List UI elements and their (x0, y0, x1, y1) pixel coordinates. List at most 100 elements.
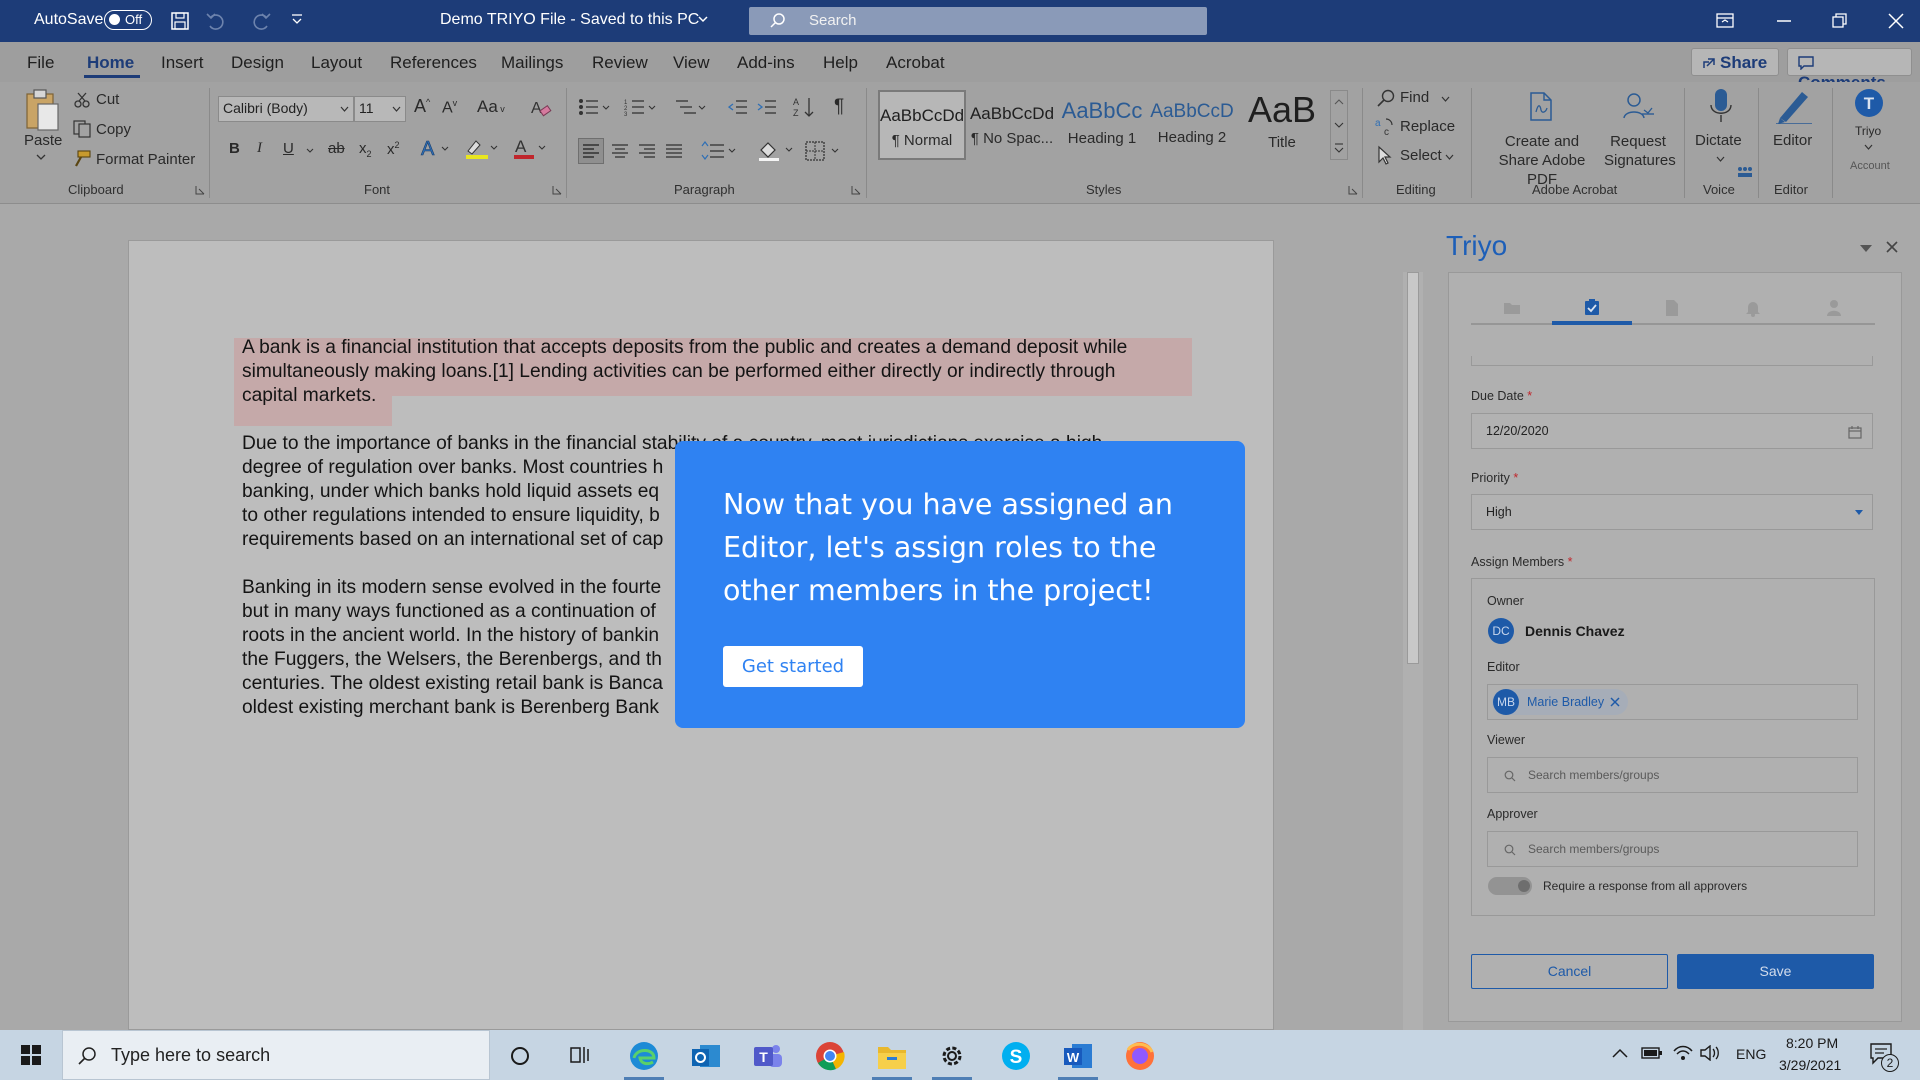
wifi-icon[interactable] (1672, 1044, 1694, 1062)
menu-help[interactable]: Help (823, 53, 858, 73)
copy-label[interactable]: Copy (96, 121, 131, 138)
select-cursor-icon[interactable] (1376, 145, 1394, 165)
taskbar-search-box[interactable]: Type here to search (62, 1030, 490, 1080)
chevron-down-icon[interactable] (1441, 96, 1450, 102)
menu-acrobat[interactable]: Acrobat (886, 53, 945, 73)
task-view-icon[interactable] (570, 1045, 592, 1065)
pane-close-icon[interactable] (1885, 240, 1899, 254)
comments-button[interactable]: Comments (1787, 48, 1912, 92)
menu-references[interactable]: References (390, 53, 477, 73)
approver-search-field[interactable]: Search members/groups (1487, 831, 1858, 867)
font-name-combo[interactable]: Calibri (Body) (218, 96, 354, 122)
voice-settings-icon[interactable] (1737, 166, 1753, 178)
autosave-toggle[interactable]: Off (104, 10, 152, 30)
restore-icon[interactable] (1832, 13, 1848, 29)
create-share-pdf-label[interactable]: Create and Share Adobe PDF (1484, 132, 1600, 189)
request-signatures-label[interactable]: Request Signatures (1604, 132, 1676, 170)
document-paragraph-1[interactable]: A bank is a financial institution that a… (242, 336, 1127, 408)
chevron-up-icon[interactable] (1612, 1048, 1628, 1058)
minimize-icon[interactable] (1777, 20, 1791, 24)
dialog-launcher-icon[interactable] (195, 185, 205, 195)
find-label[interactable]: Find (1400, 89, 1429, 106)
teams-icon[interactable]: T (752, 1040, 784, 1072)
justify-icon[interactable] (662, 139, 686, 163)
subscript-icon[interactable]: x2 (359, 140, 372, 159)
word-icon[interactable]: W (1062, 1040, 1094, 1072)
clock-date[interactable]: 3/29/2021 (1779, 1057, 1841, 1073)
show-formatting-icon[interactable]: ¶ (834, 96, 844, 118)
style-heading-2[interactable]: AaBbCcD Heading 2 (1148, 90, 1236, 160)
file-explorer-icon[interactable] (876, 1041, 908, 1071)
menu-view[interactable]: View (673, 53, 710, 73)
create-pdf-icon[interactable] (1528, 92, 1554, 122)
chevron-down-icon[interactable] (698, 16, 708, 24)
get-started-button[interactable]: Get started (723, 646, 863, 687)
cut-label[interactable]: Cut (96, 91, 119, 108)
chevron-down-icon[interactable] (306, 148, 314, 154)
skype-icon[interactable]: S (1000, 1040, 1032, 1072)
highlight-icon[interactable] (464, 137, 500, 159)
firefox-icon[interactable] (1124, 1040, 1156, 1072)
dialog-launcher-icon[interactable] (552, 185, 562, 195)
clock-time[interactable]: 8:20 PM (1786, 1035, 1838, 1051)
dictate-label[interactable]: Dictate (1695, 132, 1742, 149)
multilevel-list-icon[interactable] (674, 98, 708, 116)
save-icon[interactable] (170, 11, 190, 31)
align-center-icon[interactable] (608, 139, 632, 163)
due-date-field[interactable]: 12/20/2020 (1471, 413, 1873, 449)
pane-options-icon[interactable] (1859, 244, 1873, 253)
increase-indent-icon[interactable] (757, 98, 777, 116)
font-size-combo[interactable]: 11 (354, 96, 406, 122)
strikethrough-icon[interactable]: ab (328, 140, 345, 157)
borders-icon[interactable] (803, 139, 843, 163)
superscript-icon[interactable]: x2 (387, 140, 400, 158)
change-case-icon[interactable]: Aa v (477, 97, 505, 117)
customize-qat-icon[interactable] (290, 12, 304, 28)
menu-file[interactable]: File (27, 53, 54, 73)
decrease-indent-icon[interactable] (728, 98, 748, 116)
replace-label[interactable]: Replace (1400, 118, 1455, 135)
numbering-icon[interactable]: 123 (624, 98, 658, 116)
settings-gear-icon[interactable] (939, 1043, 965, 1069)
share-button[interactable]: Share (1691, 48, 1779, 76)
format-painter-label[interactable]: Format Painter (96, 151, 195, 168)
menu-mailings[interactable]: Mailings (501, 53, 563, 73)
replace-icon[interactable]: ac (1375, 116, 1395, 136)
shrink-font-icon[interactable]: Av (442, 98, 457, 117)
microphone-icon[interactable] (1708, 88, 1734, 124)
document-paragraph-3[interactable]: Banking in its modern sense evolved in t… (242, 576, 663, 720)
style-no-spacing[interactable]: AaBbCcDd ¶ No Spac... (968, 90, 1056, 160)
style-title[interactable]: AaB Title (1238, 90, 1326, 160)
chevron-down-icon[interactable] (1716, 156, 1725, 162)
triyo-logo-icon[interactable]: T (1854, 88, 1884, 118)
underline-icon[interactable]: U (283, 140, 294, 157)
italic-icon[interactable]: I (257, 140, 262, 157)
cortana-icon[interactable] (510, 1046, 530, 1066)
bold-icon[interactable]: B (229, 140, 240, 157)
document-title[interactable]: Demo TRIYO File - Saved to this PC (440, 11, 699, 29)
menu-home[interactable]: Home (87, 53, 134, 73)
folder-icon[interactable] (1503, 300, 1521, 315)
cancel-button[interactable]: Cancel (1471, 954, 1668, 989)
windows-start-icon[interactable] (21, 1045, 41, 1065)
style-heading-1[interactable]: AaBbCc Heading 1 (1058, 90, 1146, 160)
user-icon[interactable] (1826, 299, 1842, 317)
save-button[interactable]: Save (1677, 954, 1874, 989)
edge-icon[interactable] (628, 1040, 660, 1072)
style-normal[interactable]: AaBbCcDd ¶ Normal (878, 90, 966, 160)
editor-label[interactable]: Editor (1773, 132, 1812, 149)
menu-insert[interactable]: Insert (161, 53, 204, 73)
calendar-icon[interactable] (1848, 425, 1862, 439)
outlook-icon[interactable] (690, 1040, 722, 1072)
copy-icon[interactable] (73, 120, 91, 138)
shading-icon[interactable] (757, 138, 797, 162)
bullets-icon[interactable] (578, 98, 612, 116)
request-signatures-icon[interactable] (1622, 92, 1656, 122)
require-all-toggle[interactable] (1488, 877, 1532, 895)
text-effects-icon[interactable]: A (420, 137, 452, 159)
chevron-down-icon[interactable] (1864, 144, 1873, 150)
dialog-launcher-icon[interactable] (1348, 185, 1358, 195)
chevron-down-icon[interactable] (1445, 154, 1454, 160)
editor-pen-icon[interactable] (1774, 88, 1814, 124)
chevron-down-icon[interactable] (36, 154, 46, 161)
